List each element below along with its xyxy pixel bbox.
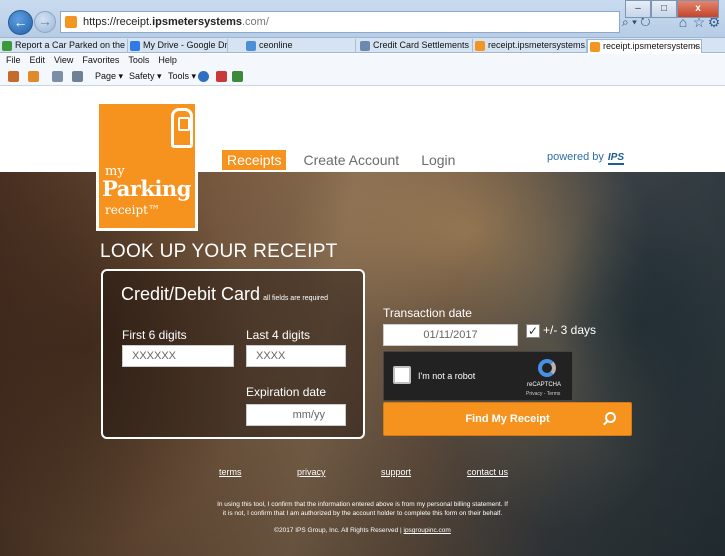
- research-icon[interactable]: [232, 71, 243, 82]
- recaptcha-widget: I'm not a robot reCAPTCHA Privacy - Term…: [383, 351, 573, 401]
- tab-report-car[interactable]: Report a Car Parked on the ...: [0, 39, 128, 53]
- command-bar: Page ▾ Safety ▾ Tools ▾: [0, 66, 725, 86]
- legal-line-2: it is not, I confirm that I am authorize…: [222, 510, 503, 517]
- powered-by-text: powered by: [547, 151, 604, 163]
- tab-credit-card-settlements[interactable]: Credit Card Settlements - D...: [358, 39, 473, 53]
- safety-menu[interactable]: Safety ▾: [129, 66, 162, 86]
- first6-input[interactable]: [122, 345, 234, 367]
- tab-receipt-active[interactable]: receipt.ipsmetersystems... ×: [587, 39, 702, 53]
- recaptcha-terms-link[interactable]: Privacy - Terms: [526, 391, 560, 397]
- footer-links: terms privacy support contact us: [0, 467, 725, 481]
- tab-favicon-icon: [246, 41, 256, 51]
- url-host: https://receipt.: [83, 16, 153, 28]
- menu-help[interactable]: Help: [158, 55, 177, 65]
- tab-favicon-icon: [2, 41, 12, 51]
- drive-icon: [130, 41, 140, 51]
- copyright-text: ©2017 IPS Group, Inc. All Rights Reserve…: [274, 527, 402, 534]
- minimize-button[interactable]: –: [625, 0, 651, 18]
- contact-link[interactable]: contact us: [467, 467, 508, 477]
- tab-google-drive[interactable]: My Drive - Google Drive: [128, 39, 228, 53]
- site-favicon-icon: [65, 16, 77, 28]
- tools-menu[interactable]: Tools ▾: [168, 66, 196, 86]
- tab-label: My Drive - Google Drive: [143, 40, 228, 50]
- expiration-label: Expiration date: [246, 385, 327, 399]
- required-note: all fields are required: [263, 295, 329, 302]
- card-title-text: Credit/Debit Card: [121, 284, 261, 304]
- maximize-button[interactable]: □: [651, 0, 677, 18]
- my-parking-receipt-logo[interactable]: my Parking receipt™: [96, 101, 198, 231]
- transaction-date-label: Transaction date: [383, 306, 472, 320]
- tab-bar: Report a Car Parked on the ... My Drive …: [0, 38, 725, 53]
- search-icon: [605, 412, 616, 423]
- parking-meter-icon: [171, 108, 193, 148]
- logo-receipt: receipt™: [105, 203, 161, 217]
- help-icon[interactable]: [198, 71, 209, 82]
- web-page: my Parking receipt™ Receipts Create Acco…: [0, 87, 725, 556]
- support-link[interactable]: support: [381, 467, 411, 477]
- back-button[interactable]: ←: [8, 10, 33, 35]
- find-receipt-button[interactable]: Find My Receipt: [383, 402, 632, 436]
- nav-create-account[interactable]: Create Account: [298, 150, 404, 170]
- arrow-right-icon: →: [38, 13, 52, 29]
- menu-file[interactable]: File: [6, 55, 21, 65]
- tab-ceonline[interactable]: ceonline: [244, 39, 356, 53]
- card-form-panel: Credit/Debit Card all fields are required…: [101, 269, 365, 439]
- tab-receipt-1[interactable]: receipt.ipsmetersystems.co...: [473, 39, 587, 53]
- legal-line-1: In using this tool, I confirm that the i…: [217, 501, 508, 508]
- copyright: ©2017 IPS Group, Inc. All Rights Reserve…: [0, 527, 725, 534]
- nav-receipts[interactable]: Receipts: [222, 150, 287, 170]
- transaction-date-input[interactable]: [383, 324, 518, 346]
- page-title: LOOK UP YOUR RECEIPT: [100, 241, 338, 262]
- card-form-title: Credit/Debit Card all fields are required: [121, 284, 328, 305]
- mail-icon[interactable]: [52, 71, 63, 82]
- forward-button[interactable]: →: [34, 11, 56, 33]
- menu-favorites[interactable]: Favorites: [82, 55, 119, 65]
- powered-by[interactable]: powered by IPS: [547, 151, 624, 165]
- window-controls: – □ x: [625, 0, 719, 18]
- tab-label: receipt.ipsmetersystems.co...: [488, 40, 586, 50]
- menu-bar: File Edit View Favorites Tools Help: [0, 54, 725, 66]
- recaptcha-logo-icon: [538, 359, 556, 377]
- browser-titlebar: ← → https://receipt.ipsmetersystems.com/…: [0, 0, 725, 38]
- expiration-input[interactable]: [246, 404, 346, 426]
- print-icon[interactable]: [72, 71, 83, 82]
- menu-view[interactable]: View: [54, 55, 73, 65]
- tab-label: Credit Card Settlements - D...: [373, 40, 472, 50]
- home-command-icon[interactable]: [8, 71, 19, 82]
- menu-tools[interactable]: Tools: [128, 55, 149, 65]
- tab-favicon-icon: [360, 41, 370, 51]
- tab-close-icon[interactable]: ×: [693, 40, 698, 53]
- close-window-button[interactable]: x: [677, 0, 719, 18]
- url-domain: ipsmetersystems: [152, 16, 242, 28]
- find-receipt-label: Find My Receipt: [465, 413, 550, 425]
- last4-label: Last 4 digits: [246, 328, 311, 342]
- privacy-link[interactable]: privacy: [297, 467, 326, 477]
- recaptcha-checkbox[interactable]: [393, 366, 411, 384]
- ips-logo: IPS: [607, 152, 624, 165]
- addon-icon[interactable]: [216, 71, 227, 82]
- tab-label: receipt.ipsmetersystems...: [603, 41, 702, 51]
- main-nav: Receipts Create Account Login: [222, 149, 472, 171]
- recaptcha-brand: reCAPTCHA: [527, 382, 562, 388]
- tab-favicon-icon: [590, 42, 600, 52]
- address-bar[interactable]: https://receipt.ipsmetersystems.com/: [60, 11, 620, 33]
- feeds-icon[interactable]: [28, 71, 39, 82]
- days-range-checkbox[interactable]: ✓: [526, 324, 540, 338]
- terms-link[interactable]: terms: [219, 467, 242, 477]
- logo-parking: Parking: [102, 176, 191, 201]
- page-menu[interactable]: Page ▾: [95, 66, 123, 86]
- tab-label: ceonline: [259, 40, 293, 50]
- tab-favicon-icon: [475, 41, 485, 51]
- first6-label: First 6 digits: [122, 328, 187, 342]
- days-range-label: +/- 3 days: [543, 323, 597, 337]
- url-path: .com/: [241, 16, 269, 28]
- arrow-left-icon: ←: [13, 14, 28, 30]
- tab-label: Report a Car Parked on the ...: [15, 40, 128, 50]
- last4-input[interactable]: [246, 345, 346, 367]
- menu-edit[interactable]: Edit: [30, 55, 46, 65]
- nav-login[interactable]: Login: [416, 150, 460, 170]
- ipsgroup-link[interactable]: ipsgroupinc.com: [404, 527, 451, 534]
- recaptcha-text: I'm not a robot: [418, 371, 476, 381]
